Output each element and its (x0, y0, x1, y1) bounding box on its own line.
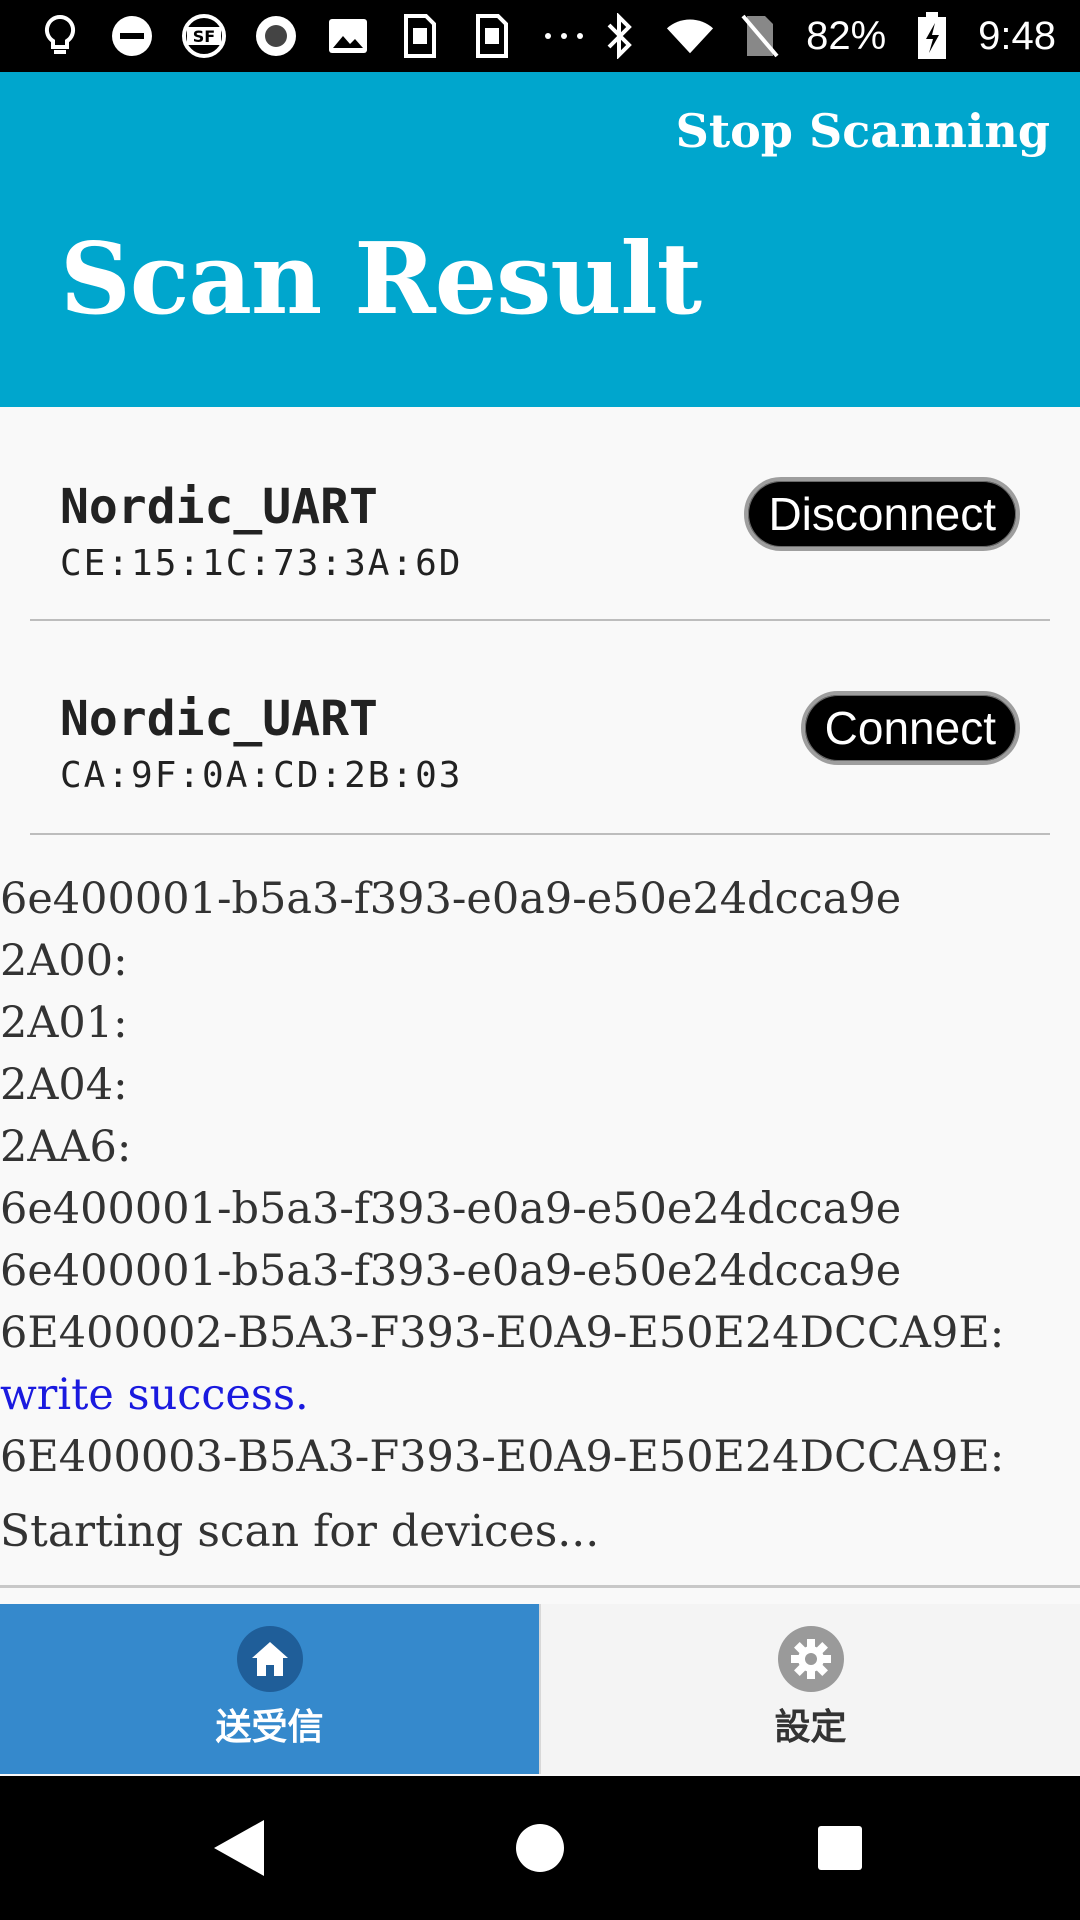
log-line: 2A01: (0, 998, 128, 1048)
record-icon (252, 12, 300, 60)
stop-scanning-button[interactable]: Stop Scanning (676, 104, 1050, 158)
device-name: Nordic_UART (60, 691, 378, 747)
status-bar: SF 82% 9:48 (0, 0, 1080, 72)
home-icon (236, 1626, 303, 1692)
back-icon[interactable] (204, 1812, 276, 1884)
divider (0, 1585, 1080, 1588)
tab-settings[interactable]: 設定 (539, 1604, 1080, 1774)
connect-button[interactable]: Connect (800, 691, 1020, 765)
disconnect-button[interactable]: Disconnect (744, 477, 1020, 551)
device-address: CE:15:1C:73:3A:6D (60, 543, 463, 584)
log-line: 2A04: (0, 1060, 128, 1110)
clock: 9:48 (978, 13, 1056, 58)
system-nav-bar (0, 1776, 1080, 1920)
tab-send-receive[interactable]: 送受信 (0, 1604, 539, 1774)
more-dots-icon (540, 12, 588, 60)
log-line-success: write success. (0, 1370, 309, 1420)
image-icon (324, 12, 372, 60)
log-line: 2A00: (0, 936, 128, 986)
home-circle-icon[interactable] (504, 1812, 576, 1884)
log-output: 6e400001-b5a3-f393-e0a9-e50e24dcca9e 2A0… (0, 868, 1080, 1488)
device-address: CA:9F:0A:CD:2B:03 (60, 755, 463, 796)
status-icons-right: 82% 9:48 (596, 0, 1056, 72)
svg-text:SF: SF (193, 27, 215, 46)
device-name: Nordic_UART (60, 479, 378, 535)
tab-label: 設定 (774, 1707, 847, 1748)
device-list-item: Nordic_UART CE:15:1C:73:3A:6D Disconnect (30, 407, 1050, 621)
battery-percent: 82% (806, 13, 887, 58)
log-line: 6e400001-b5a3-f393-e0a9-e50e24dcca9e (0, 1184, 902, 1234)
device-list-item: Nordic_UART CA:9F:0A:CD:2B:03 Connect (30, 621, 1050, 835)
bluetooth-icon (596, 12, 644, 60)
lightbulb-icon (36, 12, 84, 60)
app-header: Stop Scanning Scan Result (0, 72, 1080, 407)
log-line: 6e400001-b5a3-f393-e0a9-e50e24dcca9e (0, 874, 902, 924)
bottom-tab-bar: 送受信 設定 (0, 1604, 1080, 1774)
log-line: 2AA6: (0, 1122, 132, 1172)
do-not-disturb-icon (108, 12, 156, 60)
sf-icon: SF (180, 12, 228, 60)
page-title: Scan Result (60, 222, 702, 337)
no-sim-icon (736, 12, 784, 60)
battery-charging-icon (908, 12, 956, 60)
sim-card-icon (396, 12, 444, 60)
tab-label: 送受信 (215, 1707, 324, 1748)
wifi-icon (666, 12, 714, 60)
status-icons-left: SF (36, 12, 588, 60)
log-line: 6E400002-B5A3-F393-E0A9-E50E24DCCA9E: (0, 1308, 1005, 1358)
log-line: 6E400003-B5A3-F393-E0A9-E50E24DCCA9E: (0, 1432, 1005, 1482)
gear-icon (777, 1626, 844, 1692)
scan-status-text: Starting scan for devices... (0, 1506, 600, 1557)
sim-card-icon (468, 12, 516, 60)
recents-icon[interactable] (804, 1812, 876, 1884)
log-line: 6e400001-b5a3-f393-e0a9-e50e24dcca9e (0, 1246, 902, 1296)
